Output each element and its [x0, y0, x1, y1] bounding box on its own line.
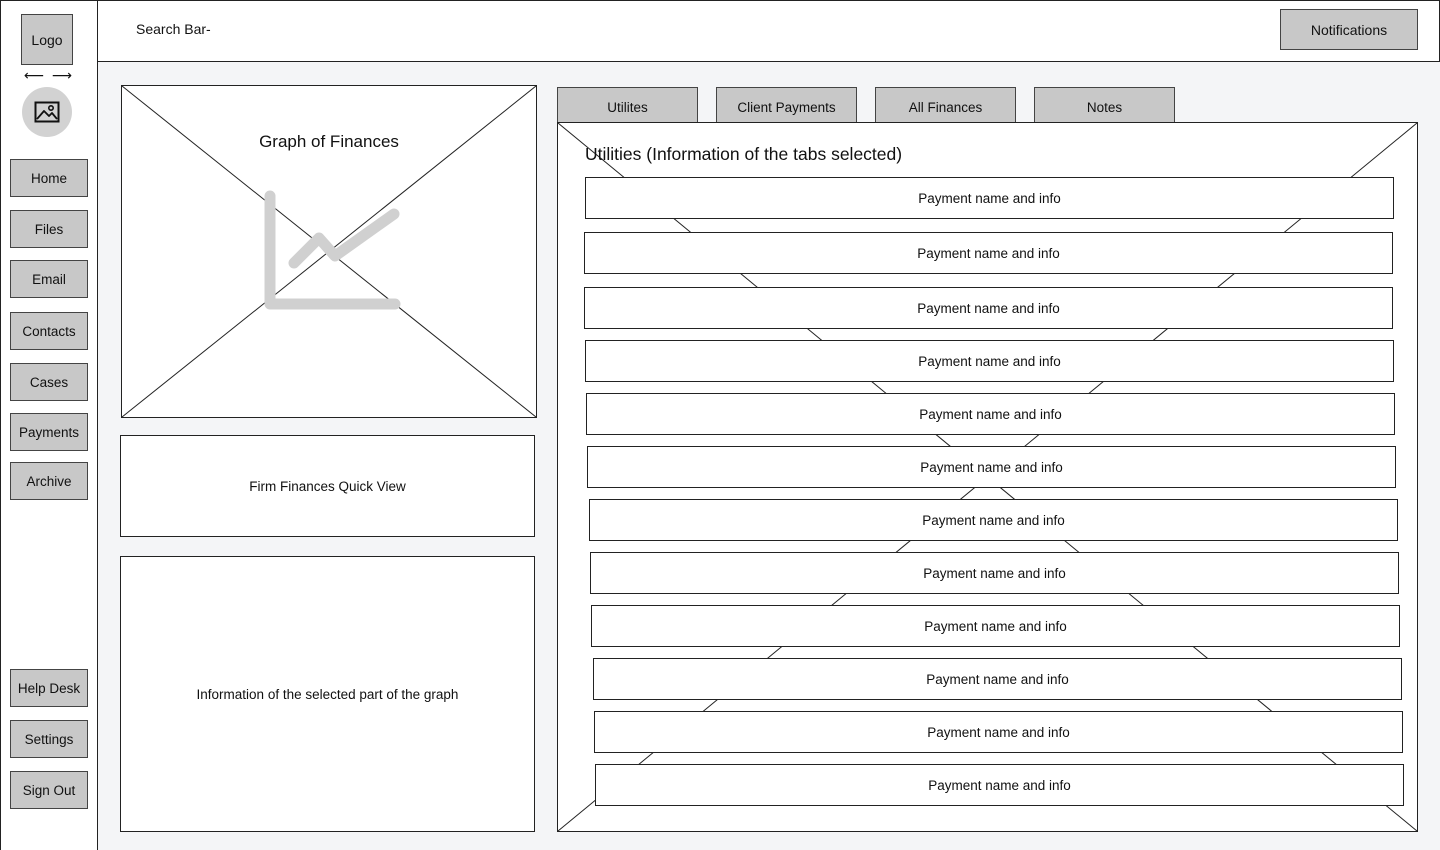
notifications-label: Notifications — [1310, 21, 1388, 38]
sidebar-item-label: Email — [32, 271, 66, 287]
sidebar-item-label: Help Desk — [17, 680, 81, 696]
sidebar-item-label: Sign Out — [22, 782, 76, 798]
notifications-button[interactable]: Notifications — [1280, 9, 1418, 50]
sidebar-item-archive[interactable]: Archive — [10, 462, 88, 500]
logo[interactable]: Logo — [21, 14, 73, 65]
payment-row-label: Payment name and info — [924, 618, 1067, 634]
tab-notes[interactable]: Notes — [1034, 87, 1175, 123]
sidebar-item-contacts[interactable]: Contacts — [10, 312, 88, 350]
tab-client-payments[interactable]: Client Payments — [716, 87, 857, 123]
payment-row-label: Payment name and info — [923, 565, 1066, 581]
arrow-right-icon: ⟶ — [51, 66, 72, 83]
search-input[interactable]: Search Bar- — [136, 18, 436, 40]
sidebar-item-files[interactable]: Files — [10, 210, 88, 248]
graph-selection-info: Information of the selected part of the … — [120, 556, 535, 832]
search-label: Search Bar- — [136, 21, 211, 37]
sidebar-item-payments[interactable]: Payments — [10, 413, 88, 451]
payment-row-label: Payment name and info — [920, 459, 1063, 475]
sidebar-item-label: Settings — [24, 731, 74, 747]
sidebar-item-label: Cases — [29, 374, 69, 390]
payment-row[interactable]: Payment name and info — [594, 711, 1403, 753]
payment-row[interactable]: Payment name and info — [584, 232, 1393, 274]
tab-label: Utilites — [607, 100, 648, 115]
payment-row-label: Payment name and info — [928, 777, 1071, 793]
quick-view-label: Firm Finances Quick View — [249, 478, 406, 494]
arrow-left-icon: ⟵ — [24, 66, 45, 83]
payment-row-label: Payment name and info — [927, 724, 1070, 740]
tab-label: Client Payments — [737, 100, 836, 115]
payment-row[interactable]: Payment name and info — [587, 446, 1396, 488]
sidebar-item-label: Home — [30, 170, 67, 186]
sidebar-item-label: Contacts — [22, 323, 76, 339]
sidebar-item-home[interactable]: Home — [10, 159, 88, 197]
graph-info-label: Information of the selected part of the … — [196, 686, 459, 702]
payment-row[interactable]: Payment name and info — [586, 393, 1395, 435]
payment-row-label: Payment name and info — [919, 406, 1062, 422]
tab-utilities[interactable]: Utilites — [557, 87, 698, 123]
sidebar-item-label: Archive — [26, 473, 72, 489]
payment-row-label: Payment name and info — [922, 512, 1065, 528]
finances-quick-view[interactable]: Firm Finances Quick View — [120, 435, 535, 537]
payment-row-label: Payment name and info — [918, 353, 1061, 369]
avatar[interactable] — [22, 87, 72, 137]
payment-row-label: Payment name and info — [917, 245, 1060, 261]
sidebar-item-settings[interactable]: Settings — [10, 720, 88, 758]
graph-title: Graph of Finances — [259, 132, 399, 151]
payment-row[interactable]: Payment name and info — [593, 658, 1402, 700]
sidebar-collapse-toggle[interactable]: ⟵ ⟶ — [24, 66, 72, 84]
sidebar-item-cases[interactable]: Cases — [10, 363, 88, 401]
payment-row-label: Payment name and info — [926, 671, 1069, 687]
image-icon — [34, 101, 60, 123]
payment-row[interactable]: Payment name and info — [591, 605, 1400, 647]
sidebar-item-sign-out[interactable]: Sign Out — [10, 771, 88, 809]
payment-row-label: Payment name and info — [917, 300, 1060, 316]
payment-row[interactable]: Payment name and info — [589, 499, 1398, 541]
sidebar-item-label: Payments — [18, 424, 80, 440]
logo-label: Logo — [31, 31, 63, 48]
payment-row[interactable]: Payment name and info — [585, 177, 1394, 219]
tab-label: Notes — [1086, 100, 1123, 115]
payment-row[interactable]: Payment name and info — [584, 287, 1393, 329]
sidebar-item-label: Files — [34, 221, 64, 237]
tab-all-finances[interactable]: All Finances — [875, 87, 1016, 123]
payment-row[interactable]: Payment name and info — [595, 764, 1404, 806]
chart-icon — [264, 190, 401, 310]
payment-row[interactable]: Payment name and info — [585, 340, 1394, 382]
tab-label: All Finances — [908, 100, 983, 115]
content-title: Utilities (Information of the tabs selec… — [585, 144, 903, 164]
sidebar-item-email[interactable]: Email — [10, 260, 88, 298]
sidebar-item-help-desk[interactable]: Help Desk — [10, 669, 88, 707]
payment-row[interactable]: Payment name and info — [590, 552, 1399, 594]
payment-row-label: Payment name and info — [918, 190, 1061, 206]
